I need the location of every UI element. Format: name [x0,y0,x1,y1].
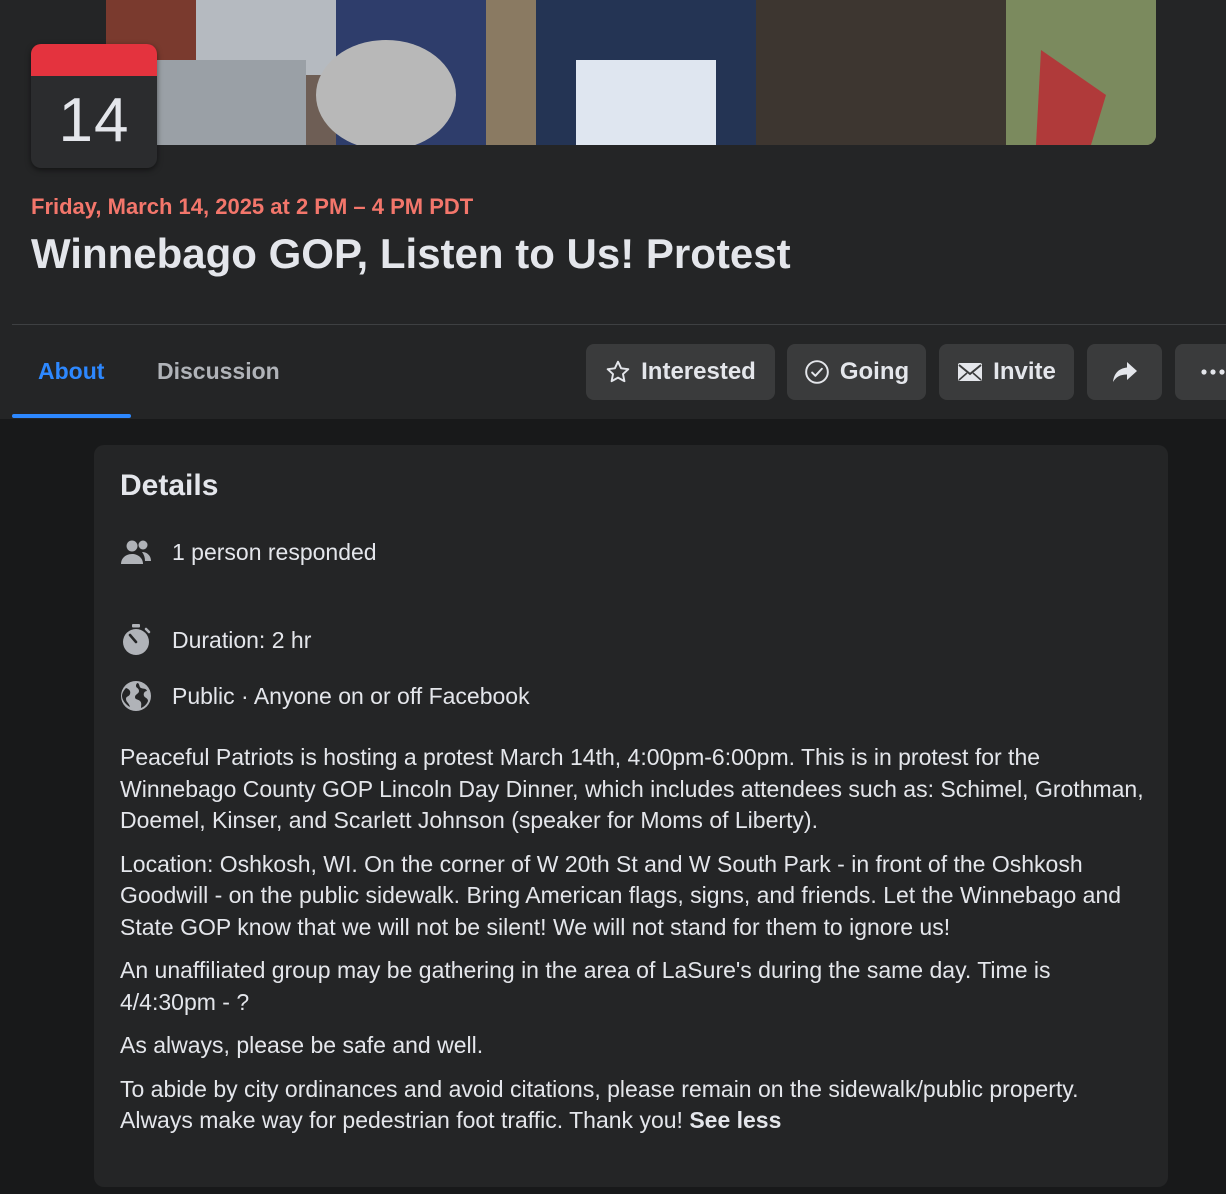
tab-about[interactable]: About [38,344,104,399]
privacy-text: Public · Anyone on or off Facebook [172,682,530,709]
calendar-month-strip [31,44,157,76]
description-paragraph: Location: Oshkosh, WI. On the corner of … [120,850,1122,940]
privacy-row: Public · Anyone on or off Facebook [120,678,530,714]
tab-discussion[interactable]: Discussion [157,344,280,399]
share-arrow-icon [1111,360,1139,384]
going-button[interactable]: Going [787,344,926,400]
details-card: Details 1 person responded Duration: 2 h… [94,445,1168,1187]
cover-photo-image [106,0,1156,145]
calendar-date-badge: 14 [31,44,157,168]
check-circle-icon [804,359,830,385]
calendar-day-number: 14 [58,86,130,155]
event-date-time: Friday, March 14, 2025 at 2 PM – 4 PM PD… [31,194,474,219]
description-paragraph-last: To abide by city ordinances and avoid ci… [120,1074,1150,1137]
invite-label: Invite [993,358,1056,385]
active-tab-indicator [12,414,131,418]
details-heading: Details [120,469,219,502]
description-paragraph: An unaffiliated group may be gathering i… [120,957,1051,1015]
star-icon [605,359,631,385]
see-less-link[interactable]: See less [689,1107,781,1133]
description-paragraph: Peaceful Patriots is hosting a protest M… [120,744,1144,833]
duration-text: Duration: 2 hr [172,626,312,653]
envelope-icon [957,361,983,383]
responded-row[interactable]: 1 person responded [120,534,377,570]
people-icon [120,536,152,568]
globe-icon [120,680,152,712]
interested-button[interactable]: Interested [586,344,775,400]
more-options-button[interactable] [1175,344,1226,400]
event-title: Winnebago GOP, Listen to Us! Protest [31,230,791,277]
share-button[interactable] [1087,344,1162,400]
description-paragraph-text: To abide by city ordinances and avoid ci… [120,1075,1079,1134]
header-divider [12,324,1226,325]
invite-button[interactable]: Invite [939,344,1074,400]
event-description: Peaceful Patriots is hosting a protest M… [120,742,1150,1149]
interested-label: Interested [641,358,756,385]
cover-photo[interactable] [106,0,1156,145]
more-dots-icon [1201,369,1225,375]
responded-text: 1 person responded [172,538,377,565]
description-paragraph: As always, please be safe and well. [120,1032,484,1058]
duration-row: Duration: 2 hr [120,622,311,658]
stopwatch-icon [120,624,152,656]
going-label: Going [839,358,910,385]
